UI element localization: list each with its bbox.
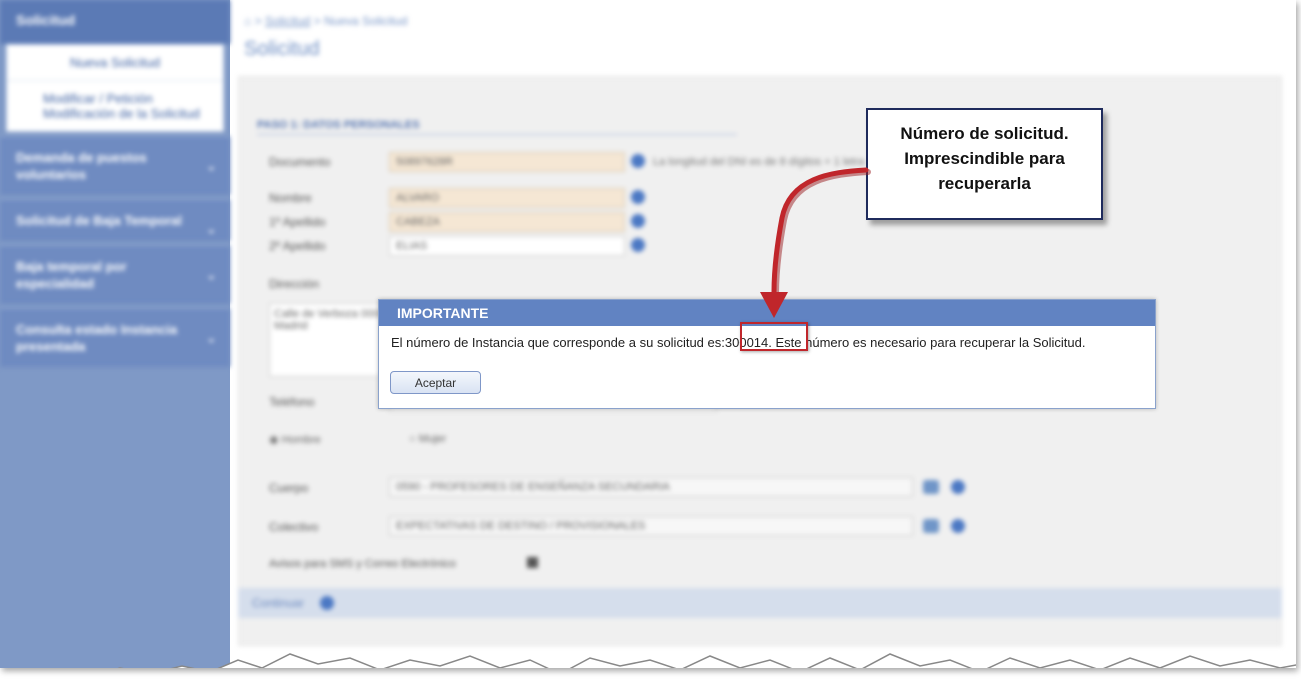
- documento-label: Documento: [269, 155, 331, 169]
- telefono-label: Teléfono: [269, 395, 315, 409]
- nombre-field[interactable]: ALVARO: [389, 188, 625, 208]
- info-icon[interactable]: [631, 238, 645, 252]
- radio-mujer[interactable]: ○ Mujer: [409, 433, 446, 445]
- info-icon[interactable]: [631, 154, 645, 168]
- continuar-link[interactable]: Continuar: [252, 596, 304, 610]
- info-icon[interactable]: [951, 480, 965, 494]
- sidebar-submenu: Nueva Solicitud Modificar / Petición Mod…: [6, 44, 224, 132]
- breadcrumb-separator: >: [313, 14, 321, 28]
- radio-mujer-label: Mujer: [418, 433, 447, 445]
- footer-bar: Continuar: [238, 588, 1282, 618]
- callout-line: recuperarla: [938, 174, 1031, 193]
- sidebar-group-baja-temporal[interactable]: Solicitud de Baja Temporal ⌄: [0, 199, 230, 241]
- sidebar-item-nueva-solicitud[interactable]: Nueva Solicitud: [7, 45, 223, 81]
- sidebar-group-consulta[interactable]: Consulta estado Instancia presentada ⌄: [0, 308, 230, 367]
- colectivo-select[interactable]: EXPECTATIVAS DE DESTINO / PROVISIONALES: [389, 516, 913, 536]
- dialog-message-text: El número de Instancia que corresponde a…: [391, 335, 725, 350]
- avisos-label: Avisos para SMS y Correo Electrónico: [269, 558, 456, 570]
- refresh-icon[interactable]: [923, 480, 939, 494]
- chevron-down-icon: ⌄: [206, 270, 216, 282]
- apellido2-field[interactable]: ELIAS: [389, 236, 625, 256]
- nombre-label: Nombre: [269, 191, 312, 205]
- section-title: PASO 1: DATOS PERSONALES: [257, 119, 737, 135]
- documento-hint: La longitud del DNI es de 8 dígitos + 1 …: [653, 156, 865, 168]
- sidebar-content: Solicitud Nueva Solicitud Modificar / Pe…: [0, 0, 230, 367]
- info-icon[interactable]: [320, 596, 334, 610]
- info-icon[interactable]: [631, 190, 645, 204]
- refresh-icon[interactable]: [923, 519, 939, 533]
- sidebar-header[interactable]: Solicitud: [0, 0, 230, 44]
- sidebar-group-label: Consulta estado Instancia presentada: [16, 322, 178, 354]
- colectivo-label: Colectivo: [269, 520, 319, 534]
- direccion-label: Dirección: [269, 277, 320, 291]
- apellido1-label: 1º Apellido: [269, 215, 326, 229]
- sidebar-group-label: Solicitud de Baja Temporal: [16, 213, 182, 228]
- chevron-down-icon: ⌄: [206, 224, 216, 236]
- callout-line: Imprescindible para: [904, 149, 1065, 168]
- apellido2-label: 2º Apellido: [269, 239, 326, 253]
- breadcrumb: ⌂ > Solicitud > Nueva Solicitud: [244, 14, 407, 28]
- avisos-checkbox[interactable]: [527, 557, 538, 568]
- home-icon[interactable]: ⌂: [244, 14, 251, 28]
- accept-button[interactable]: Aceptar: [390, 371, 481, 394]
- chevron-down-icon: ⌄: [206, 333, 216, 345]
- torn-edge: [117, 653, 1296, 668]
- cuerpo-label: Cuerpo: [269, 481, 309, 495]
- chevron-down-icon: ⌄: [206, 161, 216, 173]
- radio-hombre[interactable]: ◉ Hombre: [269, 433, 321, 446]
- important-dialog: IMPORTANTE El número de Instancia que co…: [378, 299, 1156, 409]
- page-title: Solicitud: [244, 38, 320, 60]
- apellido1-field[interactable]: CABEZA: [389, 212, 625, 232]
- callout-box: Número de solicitud. Imprescindible para…: [866, 108, 1103, 220]
- breadcrumb-separator: >: [254, 14, 262, 28]
- dialog-message: El número de Instancia que corresponde a…: [391, 335, 1085, 350]
- screenshot-frame: Solicitud Nueva Solicitud Modificar / Pe…: [0, 0, 1296, 668]
- sidebar-group-label: Baja temporal por especialidad: [16, 259, 127, 291]
- breadcrumb-link[interactable]: Solicitud: [265, 14, 310, 28]
- callout-line: Número de solicitud.: [900, 124, 1069, 143]
- sidebar-group-baja-especialidad[interactable]: Baja temporal por especialidad ⌄: [0, 245, 230, 304]
- breadcrumb-current: Nueva Solicitud: [324, 14, 408, 28]
- sidebar-item-modificar[interactable]: Modificar / Petición Modificación de la …: [7, 81, 223, 131]
- sidebar-group-label: Demanda de puestos voluntarios: [16, 150, 147, 182]
- sidebar-group-demanda[interactable]: Demanda de puestos voluntarios ⌄: [0, 136, 230, 195]
- highlight-box: [740, 322, 808, 351]
- info-icon[interactable]: [631, 214, 645, 228]
- cuerpo-select[interactable]: 0590 - PROFESORES DE ENSEÑANZA SECUNDARI…: [389, 477, 913, 497]
- dialog-message-text: . Este número es necesario para recupera…: [768, 335, 1086, 350]
- info-icon[interactable]: [951, 519, 965, 533]
- documento-field[interactable]: 50897628R: [389, 152, 625, 172]
- sidebar: Solicitud Nueva Solicitud Modificar / Pe…: [0, 0, 230, 668]
- radio-hombre-label: Hombre: [281, 434, 321, 446]
